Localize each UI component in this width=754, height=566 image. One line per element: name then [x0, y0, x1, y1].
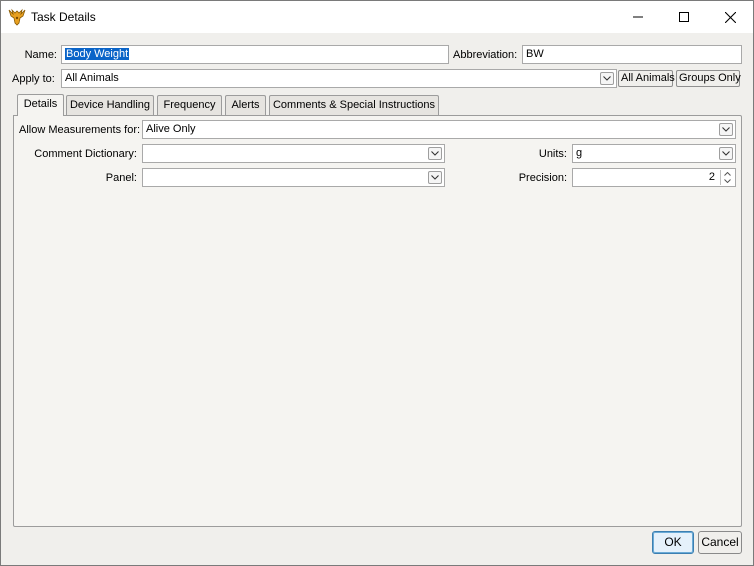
tab-device-handling[interactable]: Device Handling [66, 95, 154, 115]
maximize-button[interactable] [661, 1, 707, 33]
window-title: Task Details [31, 10, 96, 24]
abbreviation-label: Abbreviation: [453, 49, 518, 61]
apply-to-value: All Animals [65, 72, 119, 84]
cancel-button[interactable]: Cancel [698, 531, 742, 554]
groups-only-button[interactable]: Groups Only [676, 70, 741, 87]
chevron-down-icon[interactable] [719, 123, 733, 136]
animal-logo-icon [8, 8, 26, 26]
chevron-down-icon[interactable] [721, 177, 734, 184]
units-select[interactable]: g [572, 144, 736, 163]
precision-value: 2 [708, 171, 715, 183]
abbreviation-input[interactable]: BW [522, 45, 742, 64]
allow-measurements-label: Allow Measurements for: [19, 124, 141, 136]
title-bar: Task Details [1, 1, 753, 33]
tab-comments-special-instructions[interactable]: Comments & Special Instructions [269, 95, 439, 115]
panel-select[interactable] [142, 168, 445, 187]
comment-dictionary-select[interactable] [142, 144, 445, 163]
allow-measurements-select[interactable]: Alive Only [142, 120, 736, 139]
maximize-icon [679, 12, 689, 22]
apply-to-select[interactable]: All Animals [61, 69, 617, 88]
chevron-down-icon[interactable] [719, 147, 733, 160]
close-button[interactable] [707, 1, 753, 33]
task-details-window: Task Details Name: Body Weight Abbreviat… [0, 0, 754, 566]
tab-frequency[interactable]: Frequency [157, 95, 222, 115]
units-label: Units: [538, 148, 567, 160]
minimize-button[interactable] [615, 1, 661, 33]
tab-details[interactable]: Details [17, 94, 64, 116]
name-value: Body Weight [65, 48, 130, 60]
name-input[interactable]: Body Weight [61, 45, 449, 64]
precision-spinbox[interactable]: 2 [572, 168, 736, 187]
allow-measurements-value: Alive Only [146, 123, 196, 135]
chevron-down-icon[interactable] [428, 147, 442, 160]
close-icon [724, 11, 736, 23]
chevron-up-icon[interactable] [721, 170, 734, 177]
name-label: Name: [24, 49, 57, 61]
chevron-down-icon[interactable] [600, 72, 614, 85]
chevron-down-icon[interactable] [428, 171, 442, 184]
abbreviation-value: BW [526, 48, 544, 60]
units-value: g [576, 147, 583, 159]
apply-to-label: Apply to: [12, 73, 55, 85]
minimize-icon [633, 16, 643, 18]
precision-label: Precision: [518, 172, 567, 184]
all-animals-button[interactable]: All Animals [618, 70, 675, 87]
tab-alerts[interactable]: Alerts [225, 95, 266, 115]
panel-label: Panel: [105, 172, 137, 184]
comment-dictionary-label: Comment Dictionary: [34, 148, 137, 160]
precision-stepper[interactable] [720, 170, 734, 185]
ok-button[interactable]: OK [652, 531, 694, 554]
